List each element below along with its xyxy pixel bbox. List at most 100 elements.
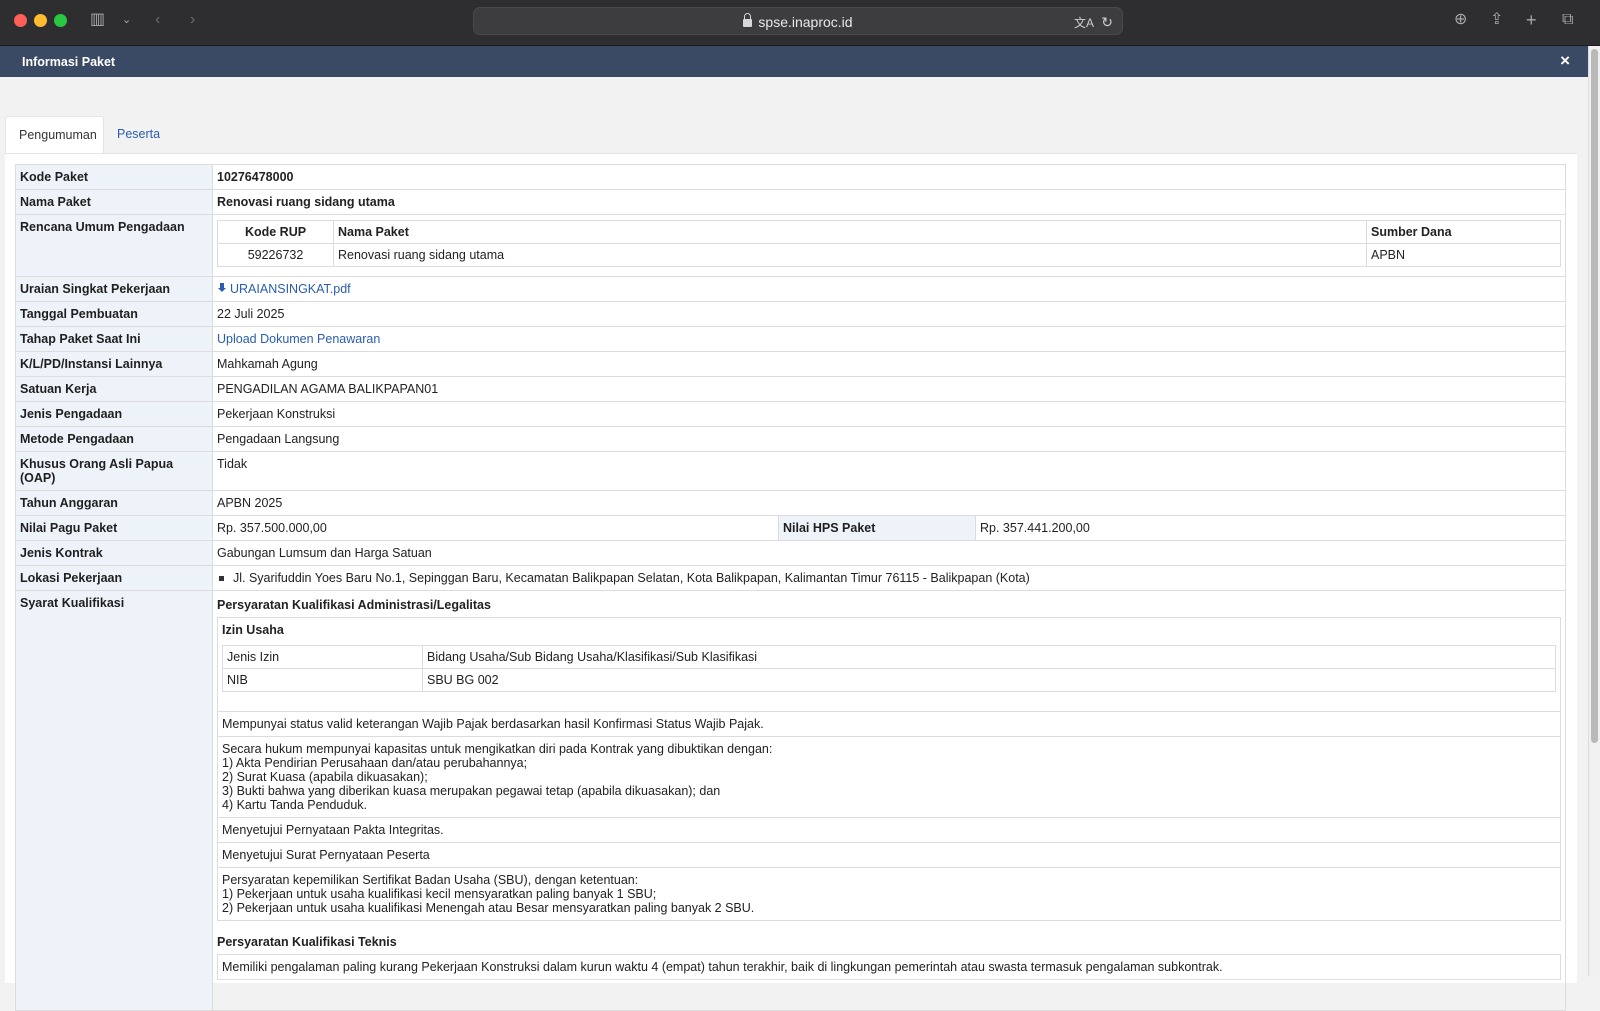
close-icon[interactable]: × — [1560, 51, 1570, 71]
rup-cell-kode: 59226732 — [217, 243, 334, 267]
label-oap: Khusus Orang Asli Papua (OAP) — [15, 451, 213, 491]
table-row: 59226732 Renovasi ruang sidang utama APB… — [217, 243, 1561, 267]
value-tanggal: 22 Juli 2025 — [212, 301, 1566, 327]
value-tahap: Upload Dokumen Penawaran — [212, 326, 1566, 352]
row-jenis-pengadaan: Jenis Pengadaan Pekerjaan Konstruksi — [15, 401, 1566, 427]
address-bar[interactable]: spse.inaproc.id 文A ↻ — [473, 7, 1123, 35]
tab-overview-icon[interactable]: ⧉ — [1562, 10, 1573, 30]
requirement-item: Persyaratan kepemilikan Sertifikat Badan… — [217, 868, 1561, 921]
admin-section-title: Persyaratan Kualifikasi Administrasi/Leg… — [217, 598, 491, 612]
value-rup: Kode RUP Nama Paket Sumber Dana 59226732… — [212, 214, 1566, 277]
tab-pengumuman[interactable]: Pengumuman — [5, 116, 104, 154]
izin-cell: NIB — [222, 668, 423, 692]
value-metode: Pengadaan Langsung — [212, 426, 1566, 452]
download-icon[interactable]: ⊕ — [1454, 10, 1467, 30]
lokasi-text: Jl. Syarifuddin Yoes Baru No.1, Sepingga… — [233, 571, 1030, 585]
izin-cell: Bidang Usaha/Sub Bidang Usaha/Klasifikas… — [422, 645, 1556, 669]
requirement-item: Mempunyai status valid keterangan Wajib … — [217, 712, 1561, 737]
label-uraian: Uraian Singkat Pekerjaan — [15, 276, 213, 302]
requirement-item: Menyetujui Surat Pernyataan Peserta — [217, 843, 1561, 868]
tab-panel: Kode Paket 10276478000 Nama Paket Renova… — [5, 153, 1577, 1011]
chevron-down-icon[interactable]: ⌄ — [122, 10, 131, 30]
tab-peserta[interactable]: Peserta — [104, 116, 173, 154]
row-oap: Khusus Orang Asli Papua (OAP) Tidak — [15, 451, 1566, 491]
uraian-file-name: URAIANSINGKAT.pdf — [230, 282, 351, 296]
value-satker: PENGADILAN AGAMA BALIKPAPAN01 — [212, 376, 1566, 402]
izin-usaha-box: Izin Usaha Jenis Izin Bidang Usaha/Sub B… — [217, 617, 1561, 712]
rup-header-kode: Kode RUP — [217, 220, 334, 244]
tahap-link[interactable]: Upload Dokumen Penawaran — [217, 332, 380, 346]
row-syarat: Syarat Kualifikasi Persyaratan Kualifika… — [15, 590, 1566, 1011]
close-window-button[interactable] — [14, 14, 27, 27]
value-uraian: URAIANSINGKAT.pdf — [212, 276, 1566, 302]
table-row: Jenis Izin Bidang Usaha/Sub Bidang Usaha… — [222, 645, 1556, 669]
label-kode-paket: Kode Paket — [15, 164, 213, 190]
rup-header-nama: Nama Paket — [333, 220, 1367, 244]
row-tahap: Tahap Paket Saat Ini Upload Dokumen Pena… — [15, 326, 1566, 352]
table-row: NIB SBU BG 002 — [222, 668, 1556, 692]
izin-cell: Jenis Izin — [222, 645, 423, 669]
requirement-item: Secara hukum mempunyai kapasitas untuk m… — [217, 737, 1561, 818]
row-satker: Satuan Kerja PENGADILAN AGAMA BALIKPAPAN… — [15, 376, 1566, 402]
forward-icon[interactable]: › — [190, 10, 195, 30]
value-jenis-pengadaan: Pekerjaan Konstruksi — [212, 401, 1566, 427]
sidebar-toggle-icon[interactable]: ▥ — [90, 10, 105, 30]
label-metode: Metode Pengadaan — [15, 426, 213, 452]
value-hps: Rp. 357.441.200,00 — [975, 515, 1566, 541]
izin-table: Jenis Izin Bidang Usaha/Sub Bidang Usaha… — [222, 645, 1556, 692]
value-instansi: Mahkamah Agung — [212, 351, 1566, 377]
teknis-item: Memiliki pengalaman paling kurang Pekerj… — [217, 954, 1561, 980]
minimize-window-button[interactable] — [34, 14, 47, 27]
reload-icon[interactable]: ↻ — [1101, 14, 1113, 31]
label-rup: Rencana Umum Pengadaan — [15, 214, 213, 277]
value-nama-paket: Renovasi ruang sidang utama — [212, 189, 1566, 215]
value-oap: Tidak — [212, 451, 1566, 491]
bullet-icon — [219, 576, 224, 581]
label-hps: Nilai HPS Paket — [778, 515, 976, 541]
label-tanggal: Tanggal Pembuatan — [15, 301, 213, 327]
label-pagu: Nilai Pagu Paket — [15, 515, 213, 541]
download-icon — [217, 283, 227, 294]
value-kode-paket: 10276478000 — [212, 164, 1566, 190]
rup-cell-nama: Renovasi ruang sidang utama — [333, 243, 1367, 267]
package-info-table: Kode Paket 10276478000 Nama Paket Renova… — [15, 164, 1566, 1011]
label-kontrak: Jenis Kontrak — [15, 540, 213, 566]
url-text: spse.inaproc.id — [758, 14, 853, 30]
izin-usaha-title: Izin Usaha — [222, 623, 284, 637]
requirement-item: Menyetujui Pernyataan Pakta Integritas. — [217, 818, 1561, 843]
rup-table: Kode RUP Nama Paket Sumber Dana 59226732… — [217, 220, 1561, 267]
value-kontrak: Gabungan Lumsum dan Harga Satuan — [212, 540, 1566, 566]
row-kontrak: Jenis Kontrak Gabungan Lumsum dan Harga … — [15, 540, 1566, 566]
zoom-window-button[interactable] — [54, 14, 67, 27]
value-lokasi: Jl. Syarifuddin Yoes Baru No.1, Sepingga… — [212, 565, 1566, 591]
label-tahun: Tahun Anggaran — [15, 490, 213, 516]
row-lokasi: Lokasi Pekerjaan Jl. Syarifuddin Yoes Ba… — [15, 565, 1566, 591]
label-tahap: Tahap Paket Saat Ini — [15, 326, 213, 352]
scrollbar-thumb[interactable] — [1591, 49, 1598, 743]
new-tab-icon[interactable]: + — [1526, 10, 1537, 30]
row-kode-paket: Kode Paket 10276478000 — [15, 164, 1566, 190]
label-syarat: Syarat Kualifikasi — [15, 590, 213, 1011]
row-tanggal: Tanggal Pembuatan 22 Juli 2025 — [15, 301, 1566, 327]
label-nama-paket: Nama Paket — [15, 189, 213, 215]
row-pagu: Nilai Pagu Paket Rp. 357.500.000,00 Nila… — [15, 515, 1566, 541]
label-lokasi: Lokasi Pekerjaan — [15, 565, 213, 591]
share-icon[interactable]: ⇪ — [1490, 10, 1503, 30]
browser-toolbar: ▥ ⌄ ‹ › spse.inaproc.id 文A ↻ ⊕ ⇪ + ⧉ — [0, 0, 1600, 46]
rup-header-sumber: Sumber Dana — [1366, 220, 1561, 244]
back-icon[interactable]: ‹ — [155, 10, 160, 30]
value-tahun: APBN 2025 — [212, 490, 1566, 516]
teknis-section-title: Persyaratan Kualifikasi Teknis — [217, 935, 397, 949]
row-instansi: K/L/PD/Instansi Lainnya Mahkamah Agung — [15, 351, 1566, 377]
translate-icon[interactable]: 文A — [1074, 14, 1094, 31]
value-syarat: Persyaratan Kualifikasi Administrasi/Leg… — [212, 590, 1566, 1011]
label-instansi: K/L/PD/Instansi Lainnya — [15, 351, 213, 377]
value-pagu: Rp. 357.500.000,00 — [212, 515, 779, 541]
row-uraian: Uraian Singkat Pekerjaan URAIANSINGKAT.p… — [15, 276, 1566, 302]
izin-cell: SBU BG 002 — [422, 668, 1556, 692]
uraian-download-link[interactable]: URAIANSINGKAT.pdf — [217, 282, 351, 296]
row-nama-paket: Nama Paket Renovasi ruang sidang utama — [15, 189, 1566, 215]
row-tahun: Tahun Anggaran APBN 2025 — [15, 490, 1566, 516]
modal-header: Informasi Paket × — [0, 46, 1588, 77]
row-rup: Rencana Umum Pengadaan Kode RUP Nama Pak… — [15, 214, 1566, 277]
